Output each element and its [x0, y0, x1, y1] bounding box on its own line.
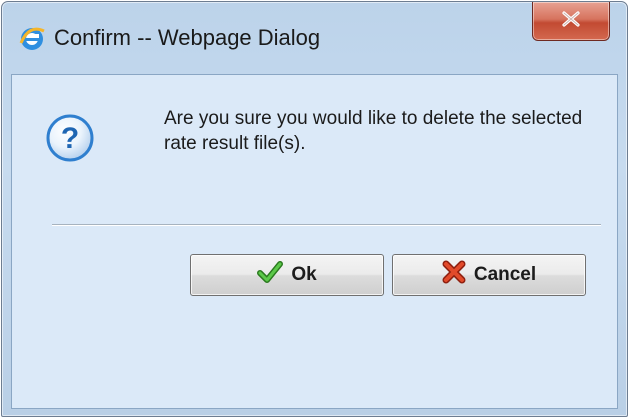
question-icon: ?	[45, 113, 95, 163]
title-bar[interactable]: Confirm -- Webpage Dialog	[2, 2, 627, 74]
ok-button[interactable]: Ok	[190, 254, 384, 296]
cancel-button[interactable]: Cancel	[392, 254, 586, 296]
close-button[interactable]	[532, 2, 610, 41]
cancel-button-label: Cancel	[473, 264, 537, 285]
internet-explorer-icon	[19, 26, 45, 52]
dialog-window: Confirm -- Webpage Dialog ? Are you sure…	[1, 1, 628, 417]
window-title: Confirm -- Webpage Dialog	[54, 25, 321, 50]
checkmark-icon	[257, 261, 284, 289]
confirm-message: Are you sure you would like to delete th…	[164, 108, 583, 154]
dialog-body: ? Are you sure you would like to delete …	[11, 74, 618, 409]
close-icon	[560, 10, 582, 33]
divider	[52, 224, 601, 226]
red-x-icon	[442, 260, 466, 290]
svg-text:?: ?	[61, 122, 79, 155]
ok-button-label: Ok	[291, 264, 317, 285]
